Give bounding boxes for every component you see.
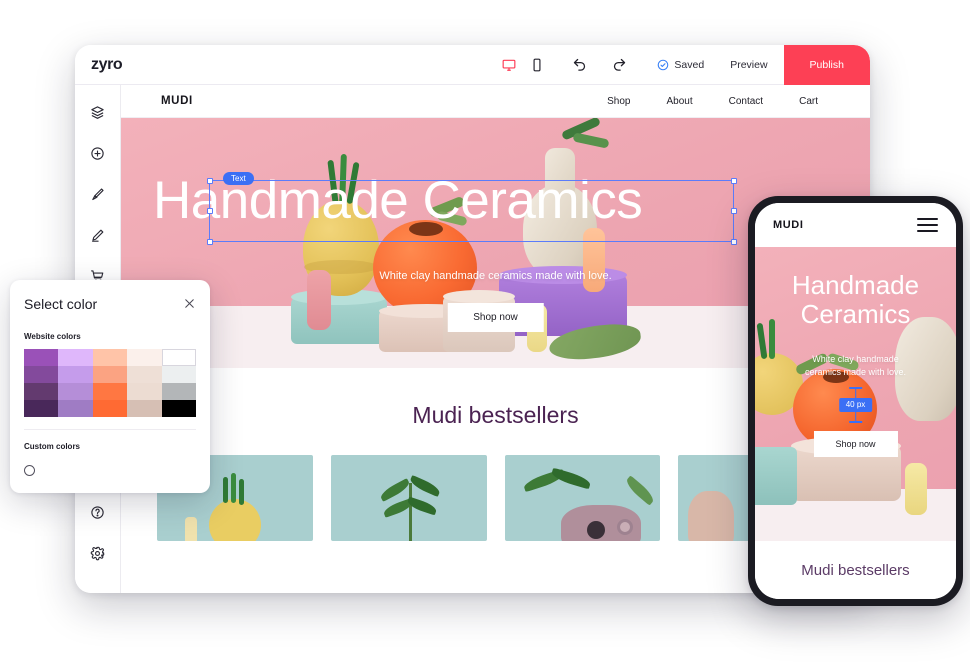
mobile-heading-line-2: Ceramics [800, 299, 911, 330]
website-color-swatches [24, 349, 196, 417]
product-card[interactable] [504, 455, 661, 541]
color-swatch[interactable] [92, 383, 128, 400]
mobile-navbar: MUDI [755, 203, 956, 247]
site-navbar: MUDI Shop About Contact Cart [121, 85, 870, 118]
mobile-bestsellers-title[interactable]: Mudi bestsellers [801, 562, 909, 579]
sidebar-item-layers[interactable] [83, 97, 113, 127]
select-color-panel: Select color Website colors Custom color… [10, 280, 210, 493]
site-nav-links: Shop About Contact Cart [607, 96, 818, 107]
mobile-hero-section[interactable]: Handmade Ceramics White clay handmade ce… [755, 247, 956, 547]
resize-handle-middle-left[interactable] [206, 207, 213, 214]
selection-type-tag: Text [223, 172, 254, 185]
resize-handle-top-right[interactable] [730, 177, 737, 184]
close-icon[interactable] [182, 296, 196, 310]
hero-cta-button[interactable]: Shop now [447, 303, 544, 332]
panel-header: Select color [24, 296, 196, 312]
undo-arrow-icon[interactable] [565, 51, 593, 79]
toolbar-actions: Saved Preview Publish [495, 45, 870, 85]
color-swatch[interactable] [58, 400, 93, 417]
product-card[interactable] [330, 455, 487, 541]
panel-title: Select color [24, 296, 98, 312]
color-swatch[interactable] [92, 400, 128, 417]
mobile-preview-device: MUDI Handmade Ceramics White clay handma… [748, 196, 963, 606]
mobile-sub-line-2: ceramics made with love. [804, 367, 907, 378]
site-logo[interactable]: MUDI [161, 95, 193, 107]
color-swatch[interactable] [127, 400, 162, 417]
sidebar-item-add-element[interactable] [83, 138, 113, 168]
text-selection-box[interactable]: Text [206, 172, 737, 245]
mobile-sub-line-1: White clay handmade [812, 354, 899, 364]
color-swatch[interactable] [161, 383, 196, 400]
color-swatch[interactable] [24, 366, 59, 383]
color-swatch[interactable] [24, 349, 59, 366]
builder-toolbar: zyro Saved Preview Publish [75, 45, 870, 85]
spacing-line-bottom [854, 412, 856, 422]
resize-handle-top-left[interactable] [206, 177, 213, 184]
spacing-line-top [854, 389, 856, 398]
mobile-phone-icon[interactable] [523, 51, 551, 79]
color-swatch[interactable] [24, 400, 59, 417]
color-swatch[interactable] [58, 366, 93, 383]
resize-handle-bottom-left[interactable] [206, 238, 213, 245]
nav-link-contact[interactable]: Contact [729, 96, 763, 107]
mobile-cta-button[interactable]: Shop now [813, 431, 898, 457]
saved-label: Saved [674, 58, 705, 71]
color-swatch[interactable] [161, 400, 196, 417]
screenshot-stage: zyro Saved Preview Publish MUDI Shop Abo… [0, 0, 970, 663]
nav-link-about[interactable]: About [666, 96, 692, 107]
rail-bottom-group [83, 497, 113, 593]
nav-link-shop[interactable]: Shop [607, 96, 630, 107]
spacing-indicator[interactable]: 40 px [838, 387, 873, 424]
nav-link-cart[interactable]: Cart [799, 96, 818, 107]
color-swatch[interactable] [127, 349, 162, 366]
resize-handle-bottom-right[interactable] [730, 238, 737, 245]
color-swatch-selected[interactable] [161, 349, 196, 366]
add-swatch-circle-icon[interactable] [24, 465, 35, 476]
color-swatch[interactable] [92, 349, 128, 366]
color-swatch[interactable] [58, 383, 93, 400]
color-swatch[interactable] [161, 366, 196, 383]
mobile-hero-heading[interactable]: Handmade Ceramics [755, 270, 956, 330]
publish-button[interactable]: Publish [783, 45, 870, 85]
saved-status[interactable]: Saved [647, 59, 714, 71]
sidebar-item-edit[interactable] [83, 220, 113, 250]
sidebar-item-styles[interactable] [83, 179, 113, 209]
redo-arrow-icon[interactable] [605, 51, 633, 79]
color-swatch[interactable] [127, 383, 162, 400]
website-colors-label: Website colors [24, 332, 81, 341]
hamburger-menu-icon[interactable] [917, 217, 938, 233]
spacing-cap-bottom [848, 421, 862, 424]
panel-divider [24, 429, 196, 430]
color-swatch[interactable] [24, 383, 59, 400]
preview-button[interactable]: Preview [714, 59, 783, 71]
mobile-site-logo[interactable]: MUDI [773, 219, 804, 231]
zyro-logo[interactable]: zyro [91, 56, 123, 74]
desktop-monitor-icon[interactable] [495, 51, 523, 79]
custom-colors-label: Custom colors [24, 442, 81, 451]
mobile-heading-line-1: Handmade [791, 270, 920, 300]
mobile-hero-subheading[interactable]: White clay handmade ceramics made with l… [755, 353, 956, 379]
resize-handle-middle-right[interactable] [730, 207, 737, 214]
color-swatch[interactable] [58, 349, 93, 366]
settings-gear-icon[interactable] [83, 538, 113, 568]
color-swatch[interactable] [92, 366, 128, 383]
mobile-preview-screen[interactable]: MUDI Handmade Ceramics White clay handma… [755, 203, 956, 599]
help-button[interactable] [83, 497, 113, 527]
spacing-value-badge[interactable]: 40 px [838, 398, 873, 413]
color-swatch[interactable] [127, 366, 162, 383]
mobile-bestsellers-section: Mudi bestsellers [755, 541, 956, 599]
